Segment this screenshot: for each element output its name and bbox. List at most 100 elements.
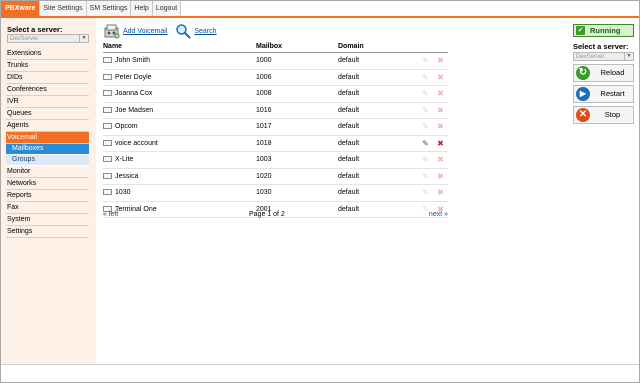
page-indicator: Page 1 of 2: [249, 211, 285, 218]
check-icon: ✓: [576, 26, 585, 35]
right-server-select[interactable]: DevServer ▼: [573, 52, 634, 61]
cell-mailbox: 1006: [256, 73, 272, 81]
tab-help[interactable]: Help: [131, 1, 153, 16]
cell-name: X-Lite: [115, 156, 134, 163]
sidebar-item-conferences[interactable]: Conferences: [6, 84, 89, 96]
search-link[interactable]: Search: [194, 28, 216, 35]
footer-divider: [1, 364, 639, 365]
delete-icon[interactable]: ✖: [436, 106, 445, 115]
tab-logout[interactable]: Logout: [152, 1, 182, 16]
edit-icon[interactable]: ✎: [421, 122, 430, 131]
table-body: John Smith 1000 default ✎ ✖ Peter Doyle 1006 de…: [103, 53, 448, 218]
sidebar-item-system[interactable]: System: [6, 214, 89, 226]
status-text: Running: [590, 26, 621, 35]
table-row[interactable]: Joe Madsen 1016 default ✎ ✖: [103, 103, 448, 119]
server-select[interactable]: DevServer ▼: [7, 34, 89, 43]
sidebar-item-dids[interactable]: DIDs: [6, 72, 89, 84]
edit-icon[interactable]: ✎: [421, 172, 430, 181]
delete-icon[interactable]: ✖: [436, 139, 445, 148]
pbxware-logo[interactable]: PBXware: [1, 1, 41, 16]
toolbar: Add Voicemail Search: [104, 22, 225, 40]
table-row[interactable]: 1030 1030 default ✎ ✖: [103, 185, 448, 202]
column-header-mailbox[interactable]: Mailbox: [256, 42, 282, 52]
delete-icon[interactable]: ✖: [436, 89, 445, 98]
sidebar-item-queues[interactable]: Queues: [6, 108, 89, 120]
table-row[interactable]: voice account 1018 default ✎ ✖: [103, 136, 448, 152]
prev-page-link[interactable]: « left: [103, 211, 118, 218]
cell-name: 1030: [115, 189, 131, 196]
chevron-down-icon: ▼: [624, 53, 633, 60]
right-server-select-value: DevServer: [576, 54, 605, 60]
column-header-name[interactable]: Name: [103, 42, 122, 52]
cell-mailbox: 1000: [256, 57, 272, 64]
sidebar-item-agents[interactable]: Agents: [6, 120, 89, 132]
cell-mailbox: 1003: [256, 156, 272, 163]
edit-icon[interactable]: ✎: [421, 188, 430, 197]
next-page-link[interactable]: next »: [429, 211, 448, 218]
envelope-icon: [103, 172, 112, 179]
delete-icon[interactable]: ✖: [436, 56, 445, 65]
add-voicemail-icon[interactable]: [104, 23, 120, 39]
add-voicemail-link[interactable]: Add Voicemail: [123, 28, 167, 35]
cell-mailbox: 1016: [256, 106, 272, 114]
reload-label: Reload: [600, 68, 625, 77]
cell-name: Peter Doyle: [115, 73, 152, 81]
envelope-icon: [103, 123, 112, 129]
edit-icon[interactable]: ✎: [421, 56, 430, 65]
sidebar-item-voicemail[interactable]: Voicemail: [6, 132, 89, 144]
cell-domain: default: [338, 106, 360, 114]
cell-name: Joanna Cox: [115, 90, 153, 97]
cell-domain: default: [338, 57, 360, 64]
tab-sm-settings[interactable]: SM Settings: [86, 1, 132, 16]
tab-site-settings[interactable]: Site Settings: [40, 1, 87, 16]
sidebar-subitem-groups[interactable]: Groups: [6, 155, 89, 166]
edit-icon[interactable]: ✎: [421, 139, 430, 148]
sidebar-item-ivr[interactable]: IVR: [6, 96, 89, 108]
envelope-icon: [103, 57, 112, 63]
cell-mailbox: 1018: [256, 139, 272, 147]
table-row[interactable]: Peter Doyle 1006 default ✎ ✖: [103, 70, 448, 86]
delete-icon[interactable]: ✖: [436, 73, 445, 82]
column-header-domain[interactable]: Domain: [338, 42, 364, 52]
edit-icon[interactable]: ✎: [421, 106, 430, 115]
cell-name: Joe Madsen: [115, 106, 154, 114]
edit-icon[interactable]: ✎: [421, 155, 430, 164]
cell-name: voice account: [115, 139, 158, 147]
sidebar-item-fax[interactable]: Fax: [6, 202, 89, 214]
envelope-icon: [103, 73, 112, 80]
edit-icon[interactable]: ✎: [421, 89, 430, 98]
sidebar-item-trunks[interactable]: Trunks: [6, 60, 89, 72]
sidebar-item-reports[interactable]: Reports: [6, 190, 89, 202]
table-row[interactable]: Jessica 1020 default ✎ ✖: [103, 169, 448, 185]
cell-mailbox: 1030: [256, 189, 272, 196]
delete-icon[interactable]: ✖: [436, 172, 445, 181]
delete-icon[interactable]: ✖: [436, 155, 445, 164]
table-header: Name Mailbox Domain: [103, 42, 448, 53]
sidebar-item-settings[interactable]: Settings: [6, 226, 89, 238]
left-sidebar: Select a server: DevServer ▼ Extensions …: [1, 18, 96, 364]
table-row[interactable]: Opcom 1017 default ✎ ✖: [103, 119, 448, 136]
table-row[interactable]: X-Lite 1003 default ✎ ✖: [103, 152, 448, 169]
voicemail-table: Name Mailbox Domain John Smith 1000 defaul…: [103, 42, 448, 218]
sidebar-item-extensions[interactable]: Extensions: [6, 48, 89, 60]
table-row[interactable]: Joanna Cox 1008 default ✎ ✖: [103, 86, 448, 103]
cell-domain: default: [338, 189, 360, 196]
cell-domain: default: [338, 172, 360, 180]
delete-icon[interactable]: ✖: [436, 122, 445, 131]
delete-icon[interactable]: ✖: [436, 188, 445, 197]
edit-icon[interactable]: ✎: [421, 73, 430, 82]
restart-button[interactable]: ▶ Restart: [573, 85, 634, 103]
sidebar-item-monitor[interactable]: Monitor: [6, 166, 89, 178]
stop-button[interactable]: ✕ Stop: [573, 106, 634, 124]
sidebar-item-networks[interactable]: Networks: [6, 178, 89, 190]
cell-name: John Smith: [115, 57, 151, 64]
server-select-label: Select a server:: [7, 25, 63, 34]
sidebar-subitem-mailboxes[interactable]: Mailboxes: [6, 144, 89, 155]
table-row[interactable]: John Smith 1000 default ✎ ✖: [103, 53, 448, 70]
restart-label: Restart: [600, 89, 625, 98]
cell-domain: default: [338, 73, 360, 81]
reload-button[interactable]: ↻ Reload: [573, 64, 634, 82]
search-icon[interactable]: [175, 23, 191, 39]
envelope-icon: [103, 139, 112, 146]
stop-label: Stop: [604, 110, 621, 119]
